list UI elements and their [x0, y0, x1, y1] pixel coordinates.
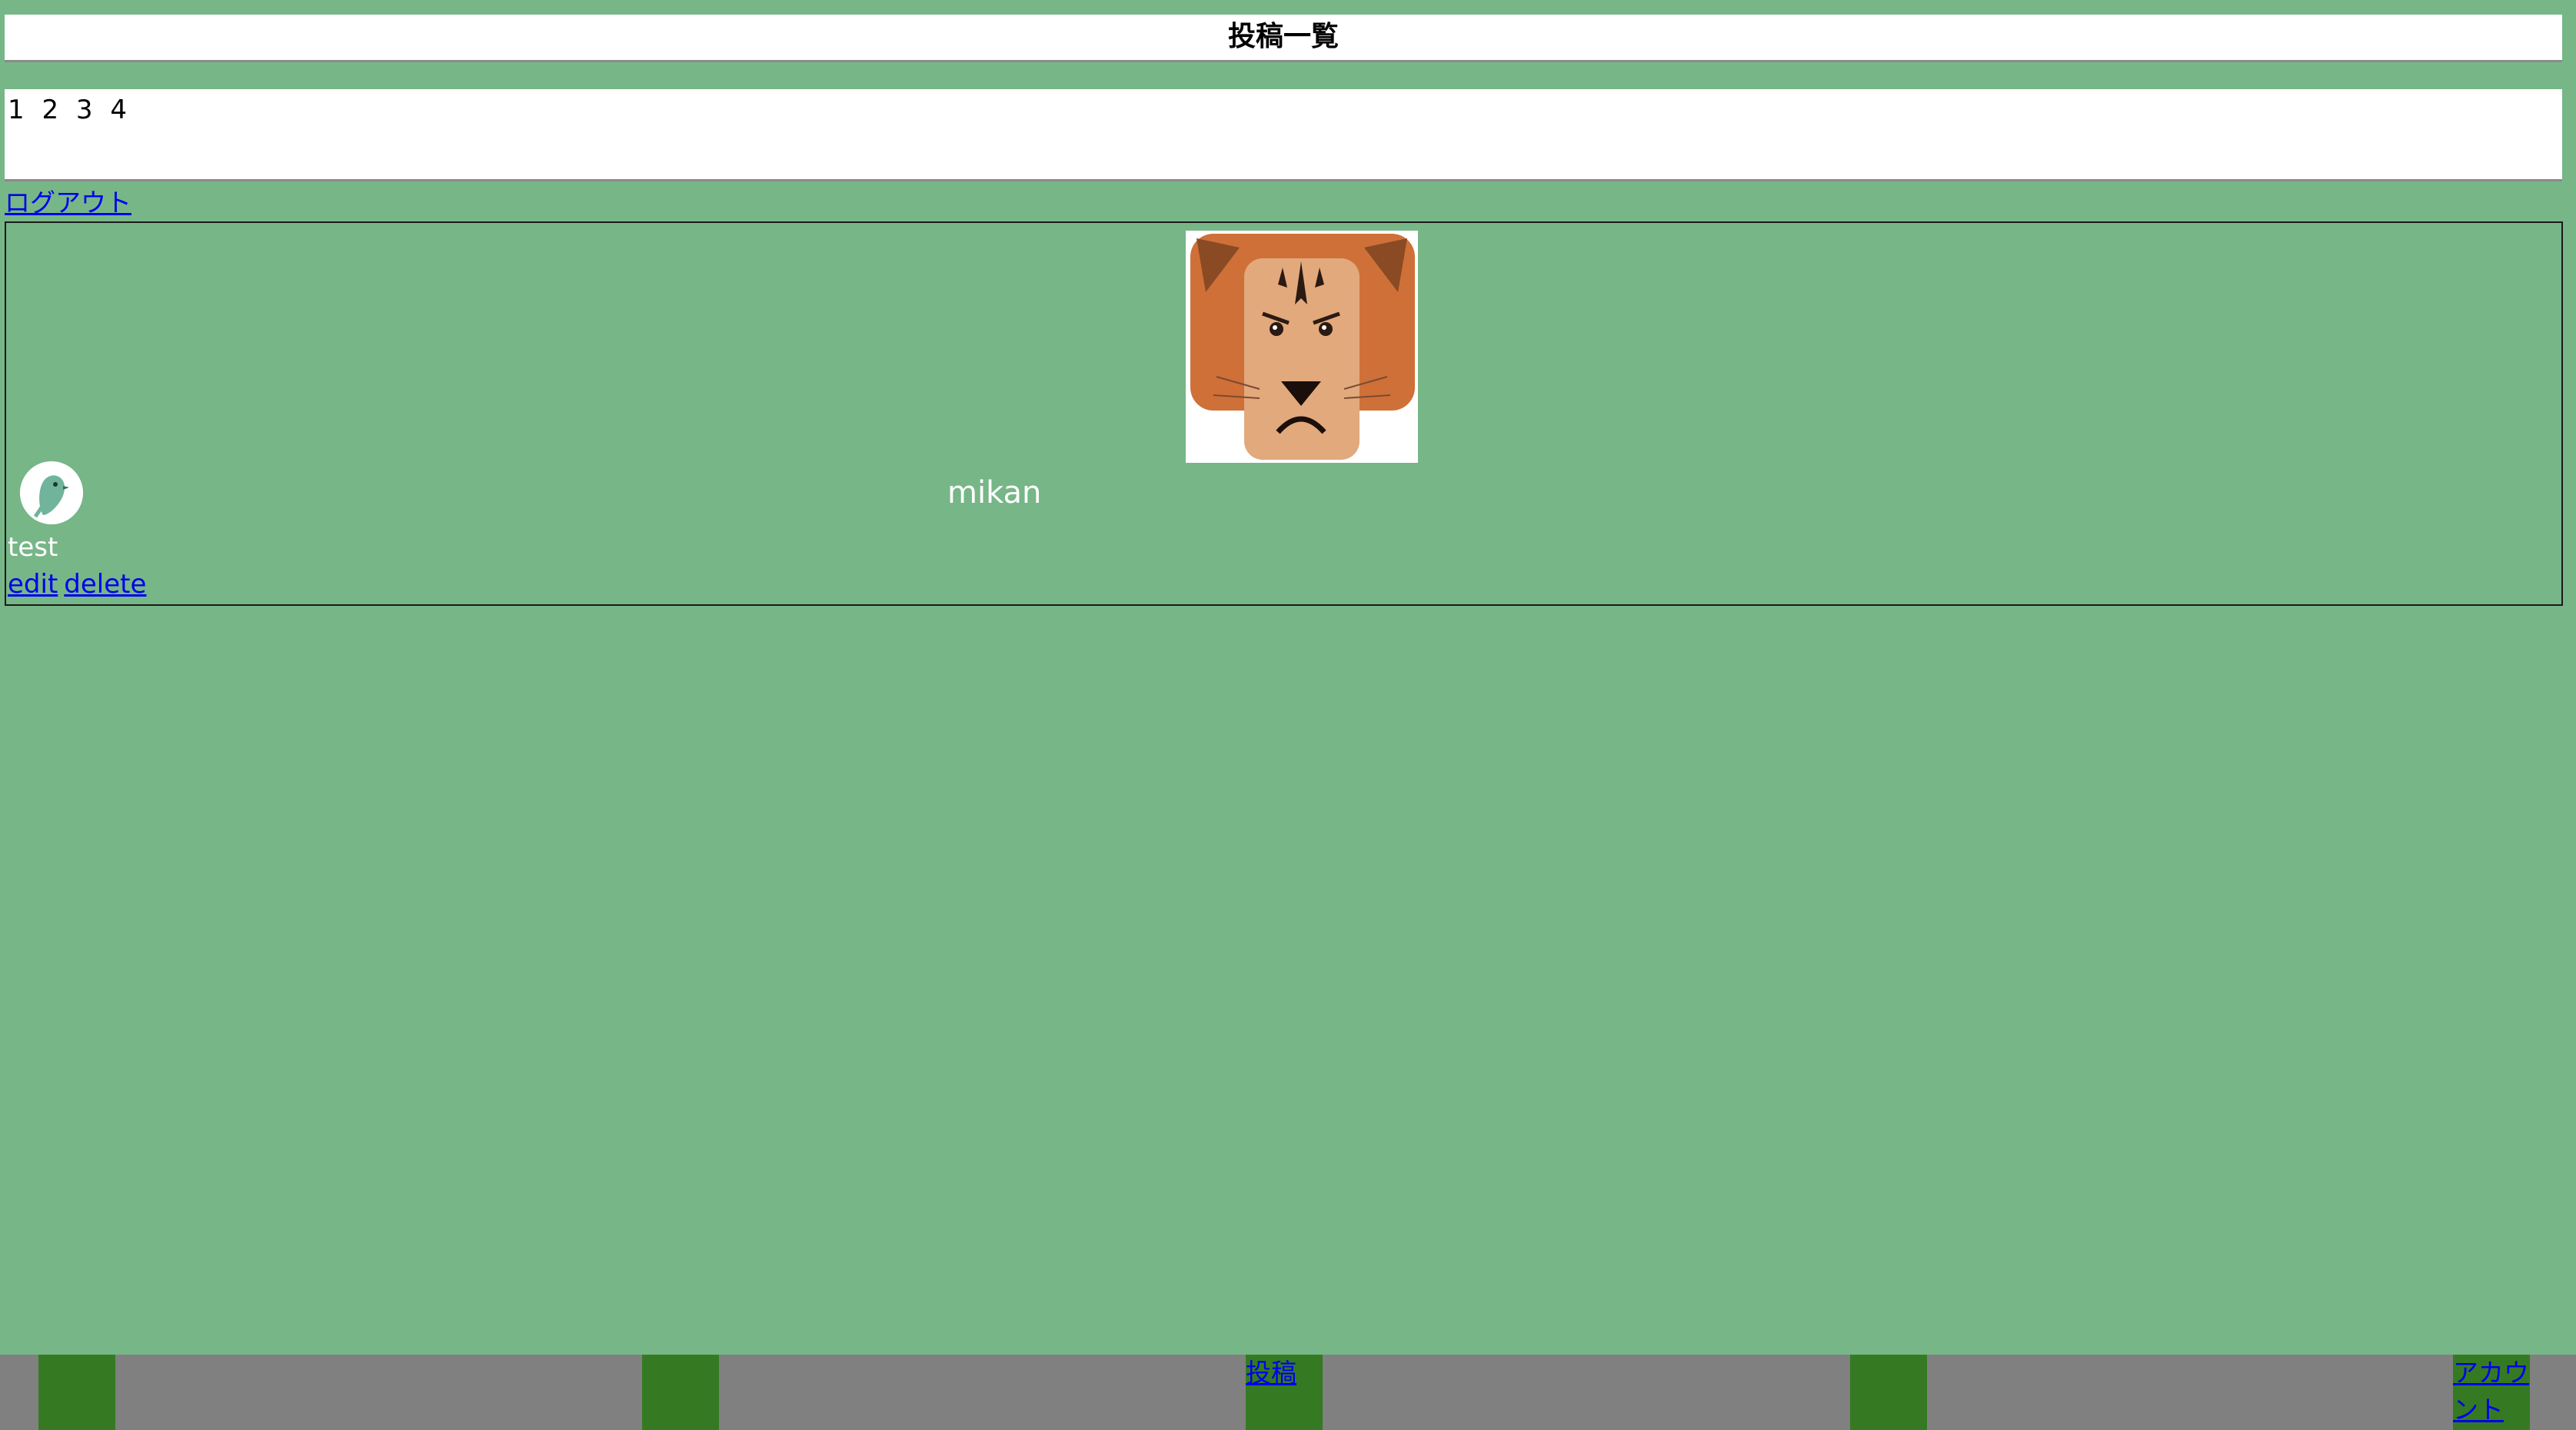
nav-item-account[interactable]: アカウント	[2453, 1355, 2530, 1430]
page-link-2[interactable]: 2	[42, 95, 58, 125]
page-title: 投稿一覧	[5, 15, 2562, 62]
post-image	[1186, 231, 1418, 463]
nav-item-1[interactable]	[38, 1355, 115, 1430]
nav-item-4[interactable]	[1850, 1355, 1927, 1430]
lion-face-icon	[1186, 231, 1418, 463]
bottom-nav: 投稿 アカウント	[0, 1355, 2576, 1430]
bird-icon	[20, 461, 83, 524]
page-link-1[interactable]: 1	[8, 95, 25, 125]
edit-link[interactable]: edit	[8, 569, 58, 600]
post-card: mikan test edit delete	[5, 221, 2563, 606]
nav-item-2[interactable]	[642, 1355, 719, 1430]
post-body: test	[8, 532, 58, 563]
page-link-3[interactable]: 3	[76, 95, 93, 125]
pagination: 1 2 3 4	[5, 89, 2562, 181]
nav-item-post[interactable]: 投稿	[1246, 1355, 1323, 1430]
logout-link[interactable]: ログアウト	[5, 186, 131, 220]
post-actions: edit delete	[8, 567, 152, 601]
delete-link[interactable]: delete	[64, 569, 146, 600]
avatar	[20, 461, 83, 524]
post-username: mikan	[947, 475, 1042, 510]
page-link-4[interactable]: 4	[110, 95, 127, 125]
